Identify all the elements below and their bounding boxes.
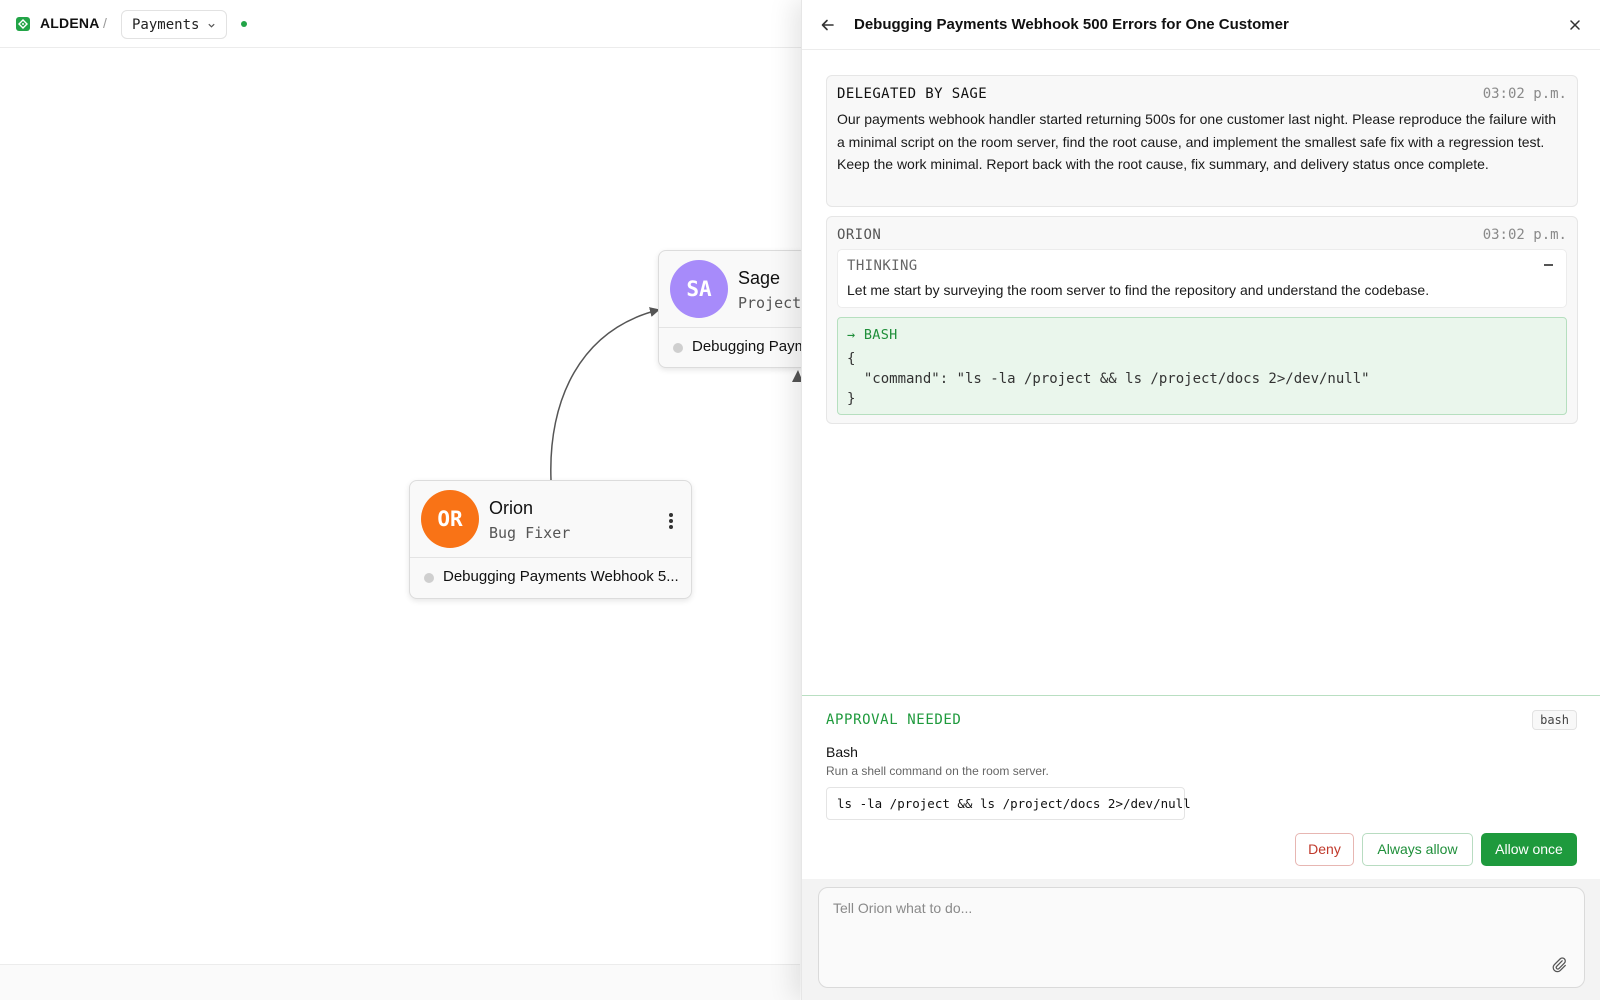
brand-name: ALDENA [40,15,100,31]
approval-command: ls -la /project && ls /project/docs 2>/d… [826,787,1191,820]
minus-icon[interactable] [1540,256,1556,272]
message-input[interactable] [833,900,1533,940]
message-delegation: DELEGATED BY SAGE 03:02 p.m. Our payment… [826,75,1578,207]
close-icon[interactable] [1565,15,1585,35]
deny-button[interactable]: Deny [1295,833,1354,866]
arrow-right-icon: → [847,327,856,343]
breadcrumb-separator: / [103,15,107,31]
agent-graph-canvas[interactable]: SA Sage Project Debugging Paym OR Orion … [0,49,858,964]
more-vertical-icon[interactable] [663,511,679,529]
canvas-footer [0,964,800,1000]
message-sender: DELEGATED BY SAGE [837,86,988,102]
agent-role: Project [738,294,802,312]
thinking-label: THINKING [847,258,918,274]
node-divider [410,557,691,558]
composer [818,887,1585,988]
chevron-down-icon [208,23,215,28]
aldena-logo-icon [16,17,30,31]
always-allow-button[interactable]: Always allow [1362,833,1473,866]
tool-call-name: BASH [863,327,898,343]
panel-header: Debugging Payments Webhook 500 Errors fo… [802,0,1600,50]
task-status-dot [424,573,434,583]
composer-area [802,879,1600,1000]
agent-name: Orion [489,498,534,518]
agent-name: Sage [738,268,781,288]
approval-heading: APPROVAL NEEDED [826,712,962,728]
tool-call-block: → BASH { "command": "ls -la /project && … [837,317,1567,415]
arrow-left-icon[interactable] [818,15,838,35]
agent-task: Debugging Payments Webhook 5... [443,568,679,585]
approval-request: APPROVAL NEEDED bash Bash Run a shell co… [802,695,1600,879]
message-body: Our payments webhook handler started ret… [837,111,1557,173]
thinking-text: Let me start by surveying the room serve… [847,282,1430,298]
approval-tool-title: Bash [826,744,858,760]
allow-once-button[interactable]: Allow once [1481,833,1577,866]
paperclip-icon[interactable] [1550,955,1568,973]
message-time: 03:02 p.m. [1482,227,1567,243]
message-time: 03:02 p.m. [1482,86,1567,102]
message-orion: ORION 03:02 p.m. THINKING Let me start b… [826,216,1578,424]
thinking-block: THINKING Let me start by surveying the r… [837,249,1567,308]
project-selector[interactable]: Payments [121,10,227,39]
tool-badge: bash [1532,710,1577,730]
task-status-dot [673,343,683,353]
conversation-panel: Debugging Payments Webhook 500 Errors fo… [801,0,1600,1000]
approval-tool-description: Run a shell command on the room server. [826,764,1049,778]
message-sender: ORION [837,227,882,243]
agent-role: Bug Fixer [489,524,571,542]
tool-call-header: → BASH [847,327,898,343]
project-selector-label: Payments [132,17,200,33]
panel-title: Debugging Payments Webhook 500 Errors fo… [854,16,1289,33]
agent-task: Debugging Paym [692,338,808,355]
connection-status-dot [241,21,247,27]
agent-node-orion[interactable]: OR Orion Bug Fixer Debugging Payments We… [409,480,692,599]
avatar: SA [670,260,728,318]
avatar: OR [421,490,479,548]
tool-call-args: { "command": "ls -la /project && ls /pro… [847,351,1370,407]
